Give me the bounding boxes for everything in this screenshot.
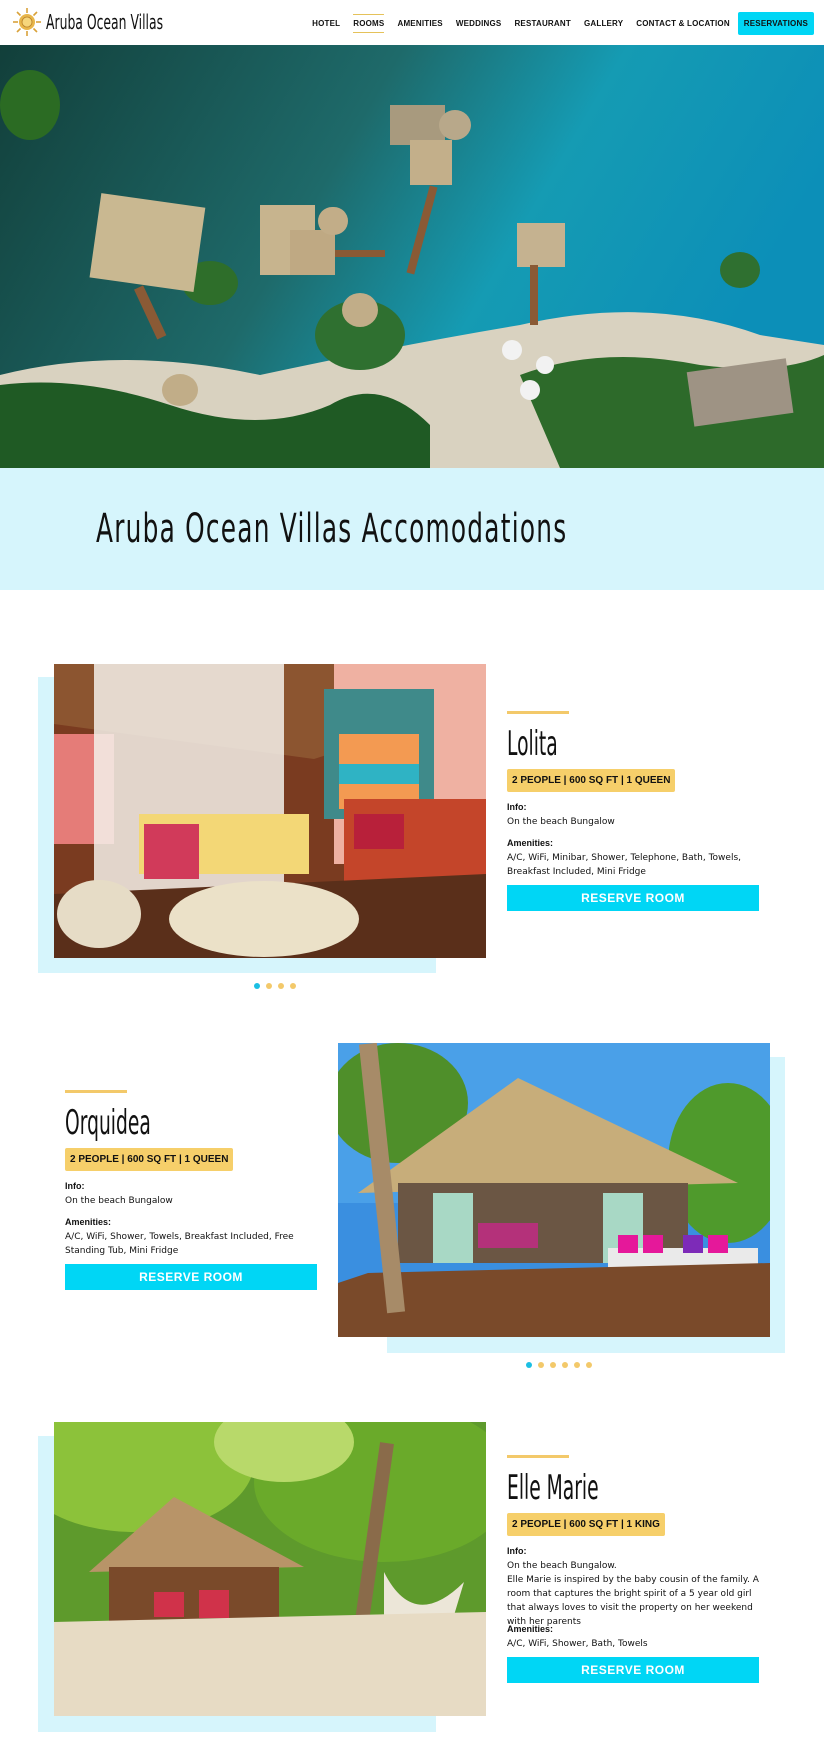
accent-line — [507, 1455, 569, 1458]
amenities-text: A/C, WiFi, Shower, Bath, Towels — [507, 1639, 648, 1649]
main-menu: HOTEL ROOMS AMENITIES WEDDINGS RESTAURAN… — [299, 12, 814, 35]
page-title-banner: Aruba Ocean Villas Accomodations — [0, 468, 824, 590]
room-description: Elle Marie is inspired by the baby cousi… — [507, 1575, 759, 1627]
amenities-label: Amenities: — [507, 1624, 554, 1634]
nav-contact-location[interactable]: CONTACT & LOCATION — [636, 15, 730, 32]
carousel-dot[interactable] — [574, 1362, 580, 1368]
info-text: On the beach Bungalow. — [507, 1561, 617, 1571]
carousel-dot[interactable] — [526, 1362, 532, 1368]
nav-hotel[interactable]: HOTEL — [312, 15, 340, 32]
accent-line — [65, 1090, 127, 1093]
room-specs-badge: 2 PEOPLE | 600 SQ FT | 1 QUEEN — [65, 1148, 234, 1171]
nav-gallery[interactable]: GALLERY — [584, 15, 623, 32]
logo[interactable]: Aruba Ocean Villas — [12, 7, 235, 37]
carousel-dot[interactable] — [550, 1362, 556, 1368]
nav-restaurant[interactable]: RESTAURANT — [514, 15, 571, 32]
carousel-dot[interactable] — [538, 1362, 544, 1368]
reserve-room-button[interactable]: RESERVE ROOM — [65, 1264, 317, 1290]
amenities-label: Amenities: — [507, 838, 554, 848]
reserve-room-button[interactable]: RESERVE ROOM — [507, 1657, 759, 1683]
carousel-dot[interactable] — [290, 983, 296, 989]
reserve-room-button[interactable]: RESERVE ROOM — [507, 885, 759, 911]
carousel-dot[interactable] — [586, 1362, 592, 1368]
carousel-dot[interactable] — [278, 983, 284, 989]
room-name: Orquidea — [65, 1103, 151, 1143]
page-title: Aruba Ocean Villas Accomodations — [96, 506, 568, 552]
sun-logo-icon — [12, 7, 42, 37]
amenities-text: A/C, WiFi, Shower, Towels, Breakfast Inc… — [65, 1232, 294, 1256]
room-photo-elle-marie[interactable] — [54, 1422, 486, 1716]
reservations-button[interactable]: RESERVATIONS — [737, 12, 814, 35]
carousel-dot[interactable] — [562, 1362, 568, 1368]
carousel-dots — [254, 983, 302, 989]
info-text: On the beach Bungalow — [65, 1196, 173, 1206]
room-specs-badge: 2 PEOPLE | 600 SQ FT | 1 QUEEN — [507, 769, 676, 792]
accent-line — [507, 711, 569, 714]
info-label: Info: — [507, 1546, 527, 1556]
nav-rooms[interactable]: ROOMS — [353, 14, 385, 33]
brand-name: Aruba Ocean Villas — [46, 10, 164, 34]
amenities-label: Amenities: — [65, 1217, 112, 1227]
carousel-dot[interactable] — [254, 983, 260, 989]
nav-amenities[interactable]: AMENITIES — [397, 15, 442, 32]
carousel-dot[interactable] — [266, 983, 272, 989]
info-text: On the beach Bungalow — [507, 817, 615, 827]
room-photo-lolita[interactable] — [54, 664, 486, 958]
room-name: Lolita — [507, 724, 558, 764]
room-specs-badge: 2 PEOPLE | 600 SQ FT | 1 KING — [507, 1513, 665, 1536]
amenities-text: A/C, WiFi, Minibar, Shower, Telephone, B… — [507, 853, 741, 877]
hero-aerial-image — [0, 45, 824, 468]
room-photo-orquidea[interactable] — [338, 1043, 770, 1337]
carousel-dots — [526, 1362, 598, 1368]
room-name: Elle Marie — [507, 1468, 599, 1508]
top-navigation: Aruba Ocean Villas HOTEL ROOMS AMENITIES… — [0, 0, 824, 45]
info-label: Info: — [507, 802, 527, 812]
info-label: Info: — [65, 1181, 85, 1191]
nav-weddings[interactable]: WEDDINGS — [456, 15, 502, 32]
